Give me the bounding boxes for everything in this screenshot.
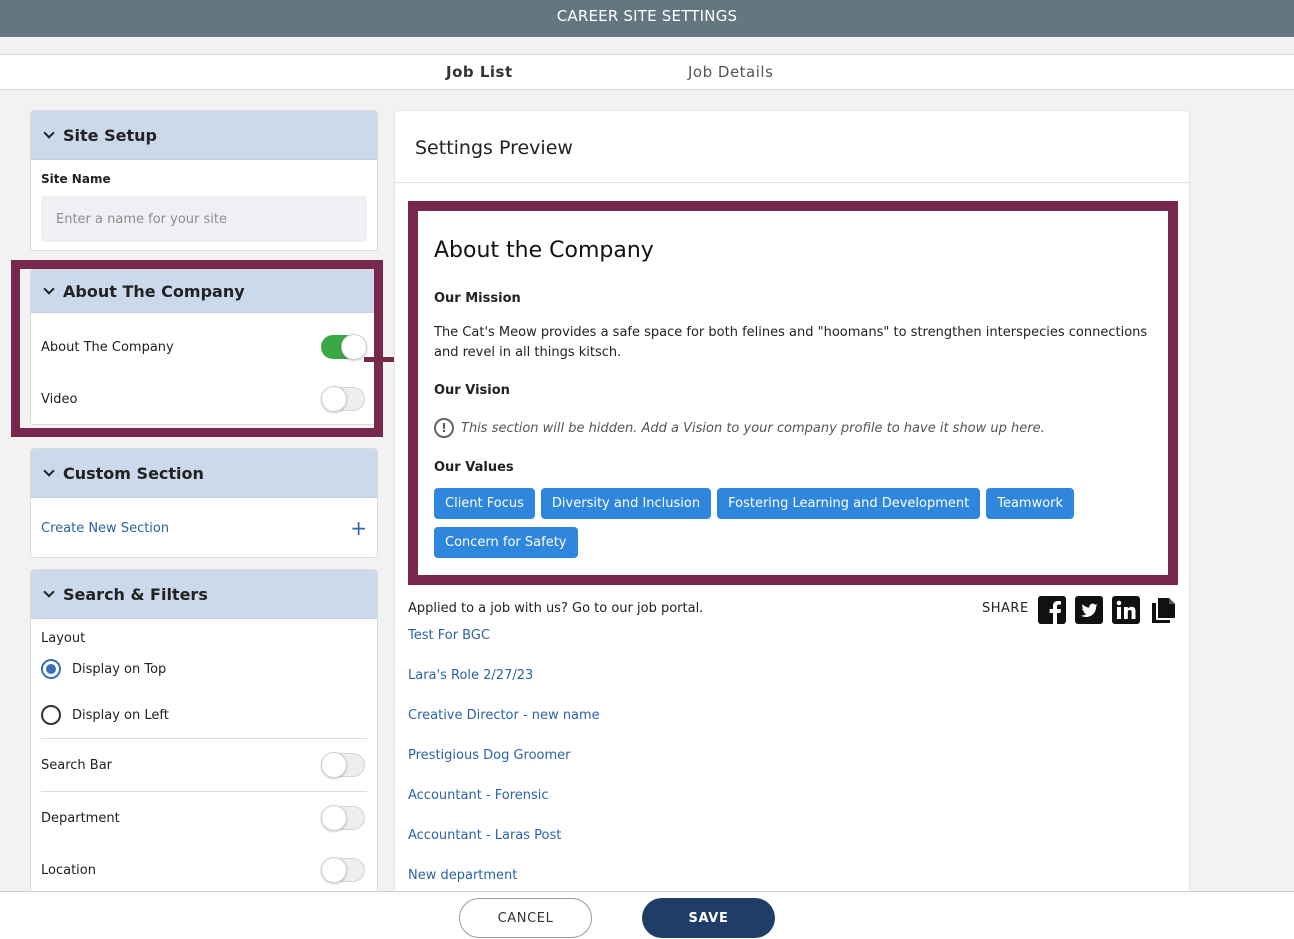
about-company-panel: About The Company About The Company Vide… — [30, 269, 378, 425]
job-link[interactable]: Accountant - Laras Post — [408, 828, 561, 843]
create-section-row[interactable]: Create New Section + — [31, 498, 377, 557]
about-title: About the Company — [434, 238, 654, 263]
copy-icon[interactable] — [1149, 596, 1177, 624]
job-link[interactable]: Accountant - Forensic — [408, 788, 549, 803]
facebook-icon[interactable] — [1038, 596, 1066, 624]
toggle-knob — [321, 857, 347, 883]
radio-checked-icon[interactable] — [41, 659, 61, 679]
save-button[interactable]: SAVE — [642, 898, 775, 938]
plus-icon[interactable]: + — [350, 516, 367, 540]
mission-heading: Our Mission — [434, 291, 521, 306]
search-filters-header[interactable]: Search & Filters — [31, 570, 377, 619]
about-company-header[interactable]: About The Company — [31, 270, 377, 313]
department-row: Department — [31, 792, 377, 844]
layout-option-top[interactable]: Display on Top — [31, 646, 377, 692]
site-name-input[interactable] — [41, 196, 367, 242]
site-setup-title: Site Setup — [63, 125, 157, 145]
job-link[interactable]: Test For BGC — [408, 628, 490, 643]
location-label: Location — [41, 862, 96, 878]
divider — [395, 182, 1191, 183]
mission-text: The Cat's Meow provides a safe space for… — [434, 325, 1148, 360]
toggle-knob — [321, 805, 347, 831]
value-chip: Diversity and Inclusion — [540, 488, 712, 519]
search-bar-toggle[interactable] — [321, 752, 365, 778]
toggle-knob — [321, 752, 347, 778]
location-row: Location — [31, 844, 377, 896]
page-header: CAREER SITE SETTINGS — [0, 0, 1294, 37]
department-toggle[interactable] — [321, 805, 365, 831]
site-setup-header[interactable]: Site Setup — [31, 111, 377, 160]
page-title: CAREER SITE SETTINGS — [556, 7, 738, 25]
chevron-down-icon — [43, 586, 55, 598]
department-label: Department — [41, 810, 120, 826]
search-bar-row: Search Bar — [31, 739, 377, 791]
preview-title: Settings Preview — [415, 137, 573, 159]
location-toggle[interactable] — [321, 857, 365, 883]
layout-option-left[interactable]: Display on Left — [31, 692, 377, 738]
about-company-title: About The Company — [63, 281, 245, 301]
chevron-down-icon — [43, 127, 55, 139]
twitter-icon[interactable] — [1075, 596, 1103, 624]
tab-job-details[interactable]: Job Details — [688, 63, 773, 81]
search-bar-label: Search Bar — [41, 757, 113, 773]
job-link[interactable]: Lara's Role 2/27/23 — [408, 668, 533, 683]
layout-label: Layout — [41, 631, 86, 646]
vision-heading: Our Vision — [434, 383, 510, 398]
tab-job-list[interactable]: Job List — [446, 63, 513, 81]
toggle-knob — [321, 386, 347, 412]
site-name-label: Site Name — [41, 172, 111, 186]
video-row: Video — [31, 373, 377, 424]
values-list: Client Focus Diversity and Inclusion Fos… — [434, 488, 1164, 558]
tab-bar: Job List Job Details — [0, 54, 1294, 90]
job-link[interactable]: New department — [408, 868, 517, 883]
video-toggle-label: Video — [41, 391, 78, 407]
layout-option-label: Display on Top — [72, 661, 167, 677]
value-chip: Teamwork — [986, 488, 1075, 519]
search-filters-panel: Search & Filters Layout Display on Top D… — [30, 569, 378, 909]
job-link[interactable]: Creative Director - new name — [408, 708, 600, 723]
vision-hidden-note: ! This section will be hidden. Add a Vis… — [434, 418, 1045, 438]
value-chip: Client Focus — [434, 488, 535, 519]
about-company-preview: About the Company Our Mission The Cat's … — [408, 201, 1178, 585]
custom-section-panel: Custom Section Create New Section + — [30, 448, 378, 558]
linkedin-icon[interactable] — [1112, 596, 1140, 624]
about-company-row: About The Company — [31, 321, 377, 373]
share-label: SHARE — [982, 601, 1029, 616]
job-portal-text: Applied to a job with us? Go to our job … — [408, 601, 704, 616]
cancel-button[interactable]: CANCEL — [459, 898, 592, 938]
video-toggle[interactable] — [321, 386, 365, 412]
vision-note-text: This section will be hidden. Add a Visio… — [461, 420, 1045, 436]
radio-unchecked-icon[interactable] — [41, 705, 61, 725]
value-chip: Fostering Learning and Development — [717, 488, 981, 519]
about-company-toggle-label: About The Company — [41, 339, 174, 355]
chevron-down-icon — [43, 283, 55, 295]
values-heading: Our Values — [434, 460, 514, 475]
create-section-link[interactable]: Create New Section — [41, 521, 169, 536]
site-setup-panel: Site Setup Site Name — [30, 110, 378, 251]
search-filters-title: Search & Filters — [63, 584, 208, 604]
value-chip: Concern for Safety — [434, 527, 578, 558]
chevron-down-icon — [43, 465, 55, 477]
custom-section-header[interactable]: Custom Section — [31, 449, 377, 498]
footer-bar: CANCEL SAVE — [0, 891, 1294, 939]
alert-icon: ! — [434, 418, 454, 438]
about-company-toggle[interactable] — [321, 334, 367, 360]
custom-section-title: Custom Section — [63, 463, 204, 483]
job-link[interactable]: Prestigious Dog Groomer — [408, 748, 571, 763]
layout-option-label: Display on Left — [72, 707, 169, 723]
